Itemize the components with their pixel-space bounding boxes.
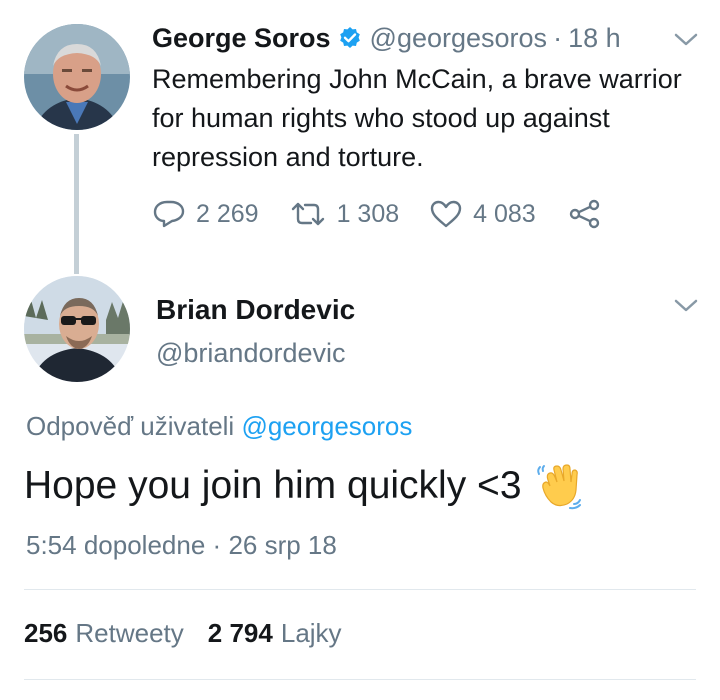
- retweet-count[interactable]: 256: [24, 618, 67, 649]
- tweet-timestamp[interactable]: 5:54 dopoledne · 26 srp 18: [26, 530, 337, 561]
- divider: [24, 589, 696, 590]
- share-icon: [569, 199, 599, 229]
- separator-dot: ·: [212, 530, 222, 560]
- like-label[interactable]: Lajky: [281, 618, 342, 649]
- tweet1-header: George Soros @georgesoros · 18 h: [152, 20, 621, 56]
- avatar[interactable]: [24, 24, 130, 130]
- share-button[interactable]: [568, 199, 612, 229]
- like-button[interactable]: 4 083: [429, 199, 536, 229]
- tweet-time[interactable]: 18 h: [568, 23, 621, 54]
- retweet-button[interactable]: 1 308: [289, 199, 400, 229]
- waving-hand-icon: [536, 464, 581, 510]
- mention-link[interactable]: @georgesoros: [241, 411, 412, 441]
- thread-connector-line: [74, 134, 79, 274]
- author-handle[interactable]: @georgesoros: [370, 23, 548, 54]
- divider: [24, 679, 696, 680]
- author-handle[interactable]: @briandordevic: [156, 338, 346, 369]
- retweet-count: 1 308: [336, 199, 400, 228]
- reply-button[interactable]: 2 269: [152, 199, 259, 229]
- separator-dot: ·: [553, 22, 563, 53]
- reply-count: 2 269: [196, 199, 259, 228]
- replying-prefix: Odpověď uživateli: [26, 411, 235, 441]
- replying-to: Odpověď uživateli @georgesoros: [26, 411, 412, 442]
- author-name[interactable]: George Soros: [152, 23, 331, 54]
- tweet-text: Remembering John McCain, a brave warrior…: [152, 64, 682, 172]
- chevron-down-icon[interactable]: [673, 32, 699, 48]
- author-name[interactable]: Brian Dordevic: [156, 294, 355, 326]
- tweet-stats: 256 Retweety 2 794 Lajky: [24, 618, 366, 649]
- heart-icon: [430, 200, 462, 228]
- retweet-icon: [291, 202, 324, 226]
- like-count: 4 083: [473, 199, 536, 228]
- chevron-down-icon[interactable]: [673, 298, 699, 314]
- like-count[interactable]: 2 794: [208, 618, 273, 649]
- tweet-actions: 2 269 1 308 4 083: [152, 194, 612, 234]
- verified-badge-icon: [338, 26, 362, 50]
- retweet-label[interactable]: Retweety: [75, 618, 183, 649]
- tweet-text-container: Hope you join him quickly <3: [24, 462, 582, 510]
- tweet-date: 26 srp 18: [228, 530, 337, 560]
- reply-icon: [153, 200, 185, 228]
- tweet-time: 5:54 dopoledne: [26, 530, 206, 560]
- tweet-text: Hope you join him quickly <3: [24, 464, 522, 507]
- avatar[interactable]: [24, 276, 130, 382]
